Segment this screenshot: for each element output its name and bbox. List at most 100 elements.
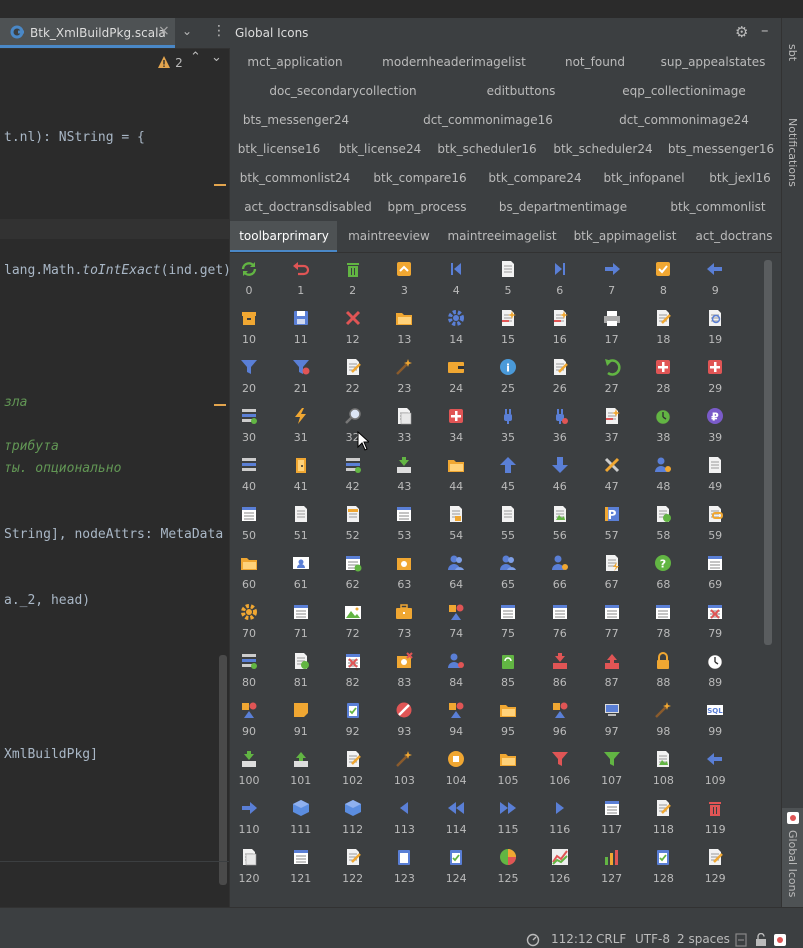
notifications-toolwindow-button[interactable]: Notifications [786,118,799,187]
icon-cell-29[interactable]: 29 [704,354,756,403]
icon-cell-18[interactable]: 18 [652,305,704,354]
icon-cell-4[interactable]: 4 [445,256,497,305]
icon-cell-101[interactable]: 101 [290,746,342,795]
tab-dct_commonimage24[interactable]: dct_commonimage24 [604,113,764,127]
icon-cell-124[interactable]: 124 [445,844,497,893]
icon-cell-52[interactable]: 52 [342,501,394,550]
icon-cell-15[interactable]: 15 [497,305,549,354]
icon-cell-102[interactable]: 102 [342,746,394,795]
icon-cell-77[interactable]: 77 [601,599,653,648]
icon-cell-36[interactable]: 36 [549,403,601,452]
icon-cell-76[interactable]: 76 [549,599,601,648]
icon-cell-104[interactable]: 104 [445,746,497,795]
icon-cell-86[interactable]: 86 [549,648,601,697]
icon-cell-91[interactable]: 91 [290,697,342,746]
icon-cell-13[interactable]: 13 [393,305,445,354]
icon-cell-1[interactable]: 1 [290,256,342,305]
more-icon[interactable]: ⋮ [212,23,226,39]
icon-cell-17[interactable]: 17 [601,305,653,354]
icon-cell-48[interactable]: 48 [652,452,704,501]
icon-cell-128[interactable]: 128 [652,844,704,893]
icon-cell-70[interactable]: 70 [238,599,290,648]
icon-cell-63[interactable]: 63 [393,550,445,599]
icon-cell-54[interactable]: 54 [445,501,497,550]
icon-cell-59[interactable]: 59 [704,501,756,550]
read-only-icon[interactable] [735,933,747,947]
icon-cell-113[interactable]: 113 [393,795,445,844]
icon-cell-28[interactable]: 28 [652,354,704,403]
icon-cell-16[interactable]: 16 [549,305,601,354]
icon-cell-53[interactable]: 53 [393,501,445,550]
icon-cell-74[interactable]: 74 [445,599,497,648]
icon-cell-93[interactable]: 93 [393,697,445,746]
icon-cell-106[interactable]: 106 [549,746,601,795]
icon-cell-21[interactable]: 21 [290,354,342,403]
icon-cell-118[interactable]: 118 [652,795,704,844]
tab-bts_messenger16[interactable]: bts_messenger16 [641,142,801,156]
icon-cell-82[interactable]: 82 [342,648,394,697]
tab-dct_commonimage16[interactable]: dct_commonimage16 [408,113,568,127]
vcs-icon[interactable] [773,933,787,947]
icon-cell-119[interactable]: 119 [704,795,756,844]
icon-cell-19[interactable]: 19 [704,305,756,354]
icon-cell-127[interactable]: 127 [601,844,653,893]
icon-cell-24[interactable]: 24 [445,354,497,403]
icon-cell-81[interactable]: 81 [290,648,342,697]
tab-editbuttons[interactable]: editbuttons [441,84,601,98]
tab-eqp_collectionimage[interactable]: eqp_collectionimage [604,84,764,98]
icon-cell-39[interactable]: ₽39 [704,403,756,452]
icon-cell-35[interactable]: 35 [497,403,549,452]
file-encoding[interactable]: UTF-8 [635,932,670,946]
icon-cell-56[interactable]: 56 [549,501,601,550]
icon-cell-55[interactable]: 55 [497,501,549,550]
icon-cell-11[interactable]: 11 [290,305,342,354]
lock-open-icon[interactable] [755,933,767,947]
icon-cell-69[interactable]: 69 [704,550,756,599]
icon-cell-103[interactable]: 103 [393,746,445,795]
icon-cell-3[interactable]: 3 [393,256,445,305]
grid-scrollbar[interactable] [764,260,772,645]
icon-cell-51[interactable]: 51 [290,501,342,550]
icon-cell-105[interactable]: 105 [497,746,549,795]
icon-cell-122[interactable]: 122 [342,844,394,893]
inspection-widget[interactable]: 2 [158,52,183,71]
icon-cell-88[interactable]: 88 [652,648,704,697]
icon-cell-90[interactable]: 90 [238,697,290,746]
tab-btk_commonlist[interactable]: btk_commonlist [638,200,798,214]
icon-cell-23[interactable]: 23 [393,354,445,403]
icon-cell-31[interactable]: 31 [290,403,342,452]
icon-cell-0[interactable]: 0 [238,256,290,305]
icon-cell-2[interactable]: 2 [342,256,394,305]
icon-cell-87[interactable]: 87 [601,648,653,697]
editor-tab[interactable]: Btk_XmlBuildPkg.scala × [0,18,175,48]
icon-cell-27[interactable]: 27 [601,354,653,403]
icon-cell-108[interactable]: 108 [652,746,704,795]
icon-cell-117[interactable]: 117 [601,795,653,844]
line-separator[interactable]: CRLF [596,932,626,946]
indent-setting[interactable]: 2 spaces [677,932,730,946]
icon-cell-120[interactable]: 120 [238,844,290,893]
icon-cell-67[interactable]: 67 [601,550,653,599]
icon-cell-121[interactable]: 121 [290,844,342,893]
icon-cell-34[interactable]: 34 [445,403,497,452]
icon-cell-61[interactable]: 61 [290,550,342,599]
icon-cell-49[interactable]: 49 [704,452,756,501]
icon-cell-75[interactable]: 75 [497,599,549,648]
tab-close-icon[interactable]: × [158,23,170,39]
icon-cell-41[interactable]: 41 [290,452,342,501]
icon-cell-107[interactable]: 107 [601,746,653,795]
code-editor[interactable]: t.nl): NString = {ind = 2.nllang.Math.to… [0,18,229,907]
tab-modernheaderimagelist[interactable]: modernheaderimagelist [374,55,534,69]
icon-cell-5[interactable]: 5 [497,256,549,305]
icon-cell-45[interactable]: 45 [497,452,549,501]
icon-cell-37[interactable]: 37 [601,403,653,452]
icon-cell-92[interactable]: 92 [342,697,394,746]
icon-cell-25[interactable]: i 25 [497,354,549,403]
power-save-icon[interactable] [526,933,540,947]
icon-cell-71[interactable]: 71 [290,599,342,648]
icon-cell-129[interactable]: 129 [704,844,756,893]
icon-cell-60[interactable]: 60 [238,550,290,599]
icon-cell-62[interactable]: 62 [342,550,394,599]
icon-cell-112[interactable]: 112 [342,795,394,844]
tab-doc_secondarycollection[interactable]: doc_secondarycollection [263,84,423,98]
